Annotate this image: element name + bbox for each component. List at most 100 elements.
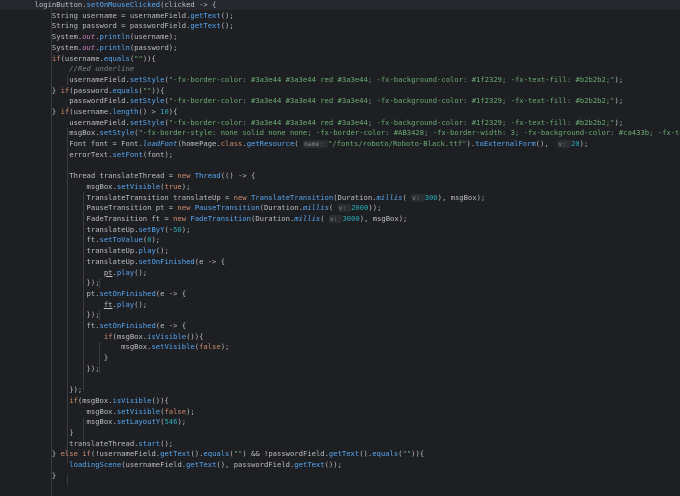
code-token: msgBox. bbox=[0, 417, 117, 427]
code-token: millis bbox=[376, 192, 403, 202]
code-line[interactable]: errorText.setFont(font); bbox=[0, 150, 680, 161]
code-line[interactable]: if(msgBox.isVisible()){ bbox=[0, 332, 680, 343]
code-token: PauseTransition pt = bbox=[0, 203, 178, 213]
code-line[interactable]: translateUp.play(); bbox=[0, 246, 680, 257]
code-token: ( bbox=[402, 192, 412, 202]
code-token: )){ bbox=[142, 53, 156, 63]
code-line[interactable] bbox=[0, 161, 680, 172]
code-token: ); bbox=[614, 74, 624, 84]
code-line[interactable]: } bbox=[0, 471, 680, 482]
code-line[interactable]: usernameField.setStyle("-fx-border-color… bbox=[0, 75, 680, 86]
code-token: (), passwordField. bbox=[216, 460, 295, 470]
code-line[interactable]: msgBox.setVisible(false); bbox=[0, 407, 680, 418]
code-token: pt bbox=[103, 267, 113, 277]
code-line[interactable]: String password = passwordField.getText(… bbox=[0, 21, 680, 32]
code-token: (); bbox=[134, 299, 148, 309]
code-token: setVisible bbox=[116, 406, 161, 416]
code-line[interactable]: ft.setOnFinished(e -> { bbox=[0, 321, 680, 332]
code-line[interactable]: if(username.equals("")){ bbox=[0, 54, 680, 65]
code-token: setOnFinished bbox=[138, 256, 195, 266]
code-token: loadingScene bbox=[69, 460, 122, 470]
code-token: () > bbox=[138, 107, 161, 116]
code-token: new bbox=[233, 192, 247, 202]
code-line[interactable]: System.out.println(password); bbox=[0, 43, 680, 54]
code-token: play bbox=[116, 299, 135, 309]
code-token: )); bbox=[368, 203, 382, 213]
code-token: ft. bbox=[0, 321, 100, 330]
code-line[interactable]: loadingScene(usernameField.getText(), pa… bbox=[0, 460, 680, 471]
code-token: FadeTransition bbox=[190, 214, 251, 223]
code-token: println bbox=[99, 42, 130, 52]
code-line[interactable]: } else if(!usernameField.getText().equal… bbox=[0, 449, 680, 460]
code-line[interactable]: System.out.println(username); bbox=[0, 32, 680, 43]
code-line[interactable]: pt.setOnFinished(e -> { bbox=[0, 289, 680, 300]
code-token: isVisible bbox=[112, 395, 152, 405]
code-line[interactable]: FadeTransition ft = new FadeTransition(D… bbox=[0, 214, 680, 225]
code-line[interactable]: translateUp.setByY(-50); bbox=[0, 225, 680, 236]
code-line[interactable]: if(msgBox.isVisible()){ bbox=[0, 396, 680, 407]
code-line[interactable]: msgBox.setStyle("-fx-border-style: none … bbox=[0, 128, 680, 139]
code-token: class bbox=[220, 139, 243, 149]
code-line[interactable]: msgBox.setLayoutY(546); bbox=[0, 417, 680, 428]
code-line[interactable] bbox=[0, 375, 680, 386]
code-token: TranslateTransition bbox=[250, 192, 334, 202]
code-line[interactable]: } bbox=[0, 428, 680, 439]
code-line[interactable]: String username = usernameField.getText(… bbox=[0, 11, 680, 22]
code-line[interactable]: TranslateTransition translateUp = new Tr… bbox=[0, 193, 680, 204]
code-token: (() -> { bbox=[220, 171, 256, 181]
code-line[interactable]: ft.play(); bbox=[0, 300, 680, 311]
code-line[interactable]: ft.setToValue(0); bbox=[0, 235, 680, 246]
code-line[interactable]: loginButton.setOnMouseClicked(clicked ->… bbox=[0, 0, 680, 11]
code-lines[interactable]: loginButton.setOnMouseClicked(clicked ->… bbox=[0, 0, 680, 496]
code-token: (username); bbox=[129, 32, 178, 42]
code-line[interactable]: } if(username.length() > 10){ bbox=[0, 107, 680, 118]
code-token: ( bbox=[294, 139, 303, 149]
code-line[interactable]: Font font = Font.loadFont(homePage.class… bbox=[0, 139, 680, 150]
code-token: usernameField. bbox=[0, 74, 130, 84]
code-line[interactable]: Thread translateThread = new Thread(() -… bbox=[0, 171, 680, 182]
code-token: "" bbox=[134, 53, 143, 63]
code-line[interactable]: } bbox=[0, 353, 680, 364]
code-token: setStyle bbox=[129, 74, 165, 84]
code-token: start bbox=[138, 438, 161, 448]
code-token: "-fx-border-color: #3a3e44 #3a3e44 red #… bbox=[168, 117, 615, 127]
code-token: "-fx-border-color: #3a3e44 #3a3e44 red #… bbox=[168, 96, 615, 106]
code-line[interactable]: usernameField.setStyle("-fx-border-color… bbox=[0, 118, 680, 129]
code-token: (). bbox=[359, 449, 373, 459]
code-line[interactable]: passwordField.setStyle("-fx-border-color… bbox=[0, 96, 680, 107]
code-line[interactable]: }); bbox=[0, 310, 680, 321]
code-line[interactable]: translateUp.setOnFinished(e -> { bbox=[0, 257, 680, 268]
code-line[interactable]: translateThread.start(); bbox=[0, 439, 680, 450]
code-line[interactable]: msgBox.setVisible(false); bbox=[0, 342, 680, 353]
code-editor[interactable]: loginButton.setOnMouseClicked(clicked ->… bbox=[0, 0, 680, 496]
code-line[interactable]: }); bbox=[0, 364, 680, 375]
code-token: (msgBox. bbox=[112, 331, 148, 341]
code-line[interactable]: msgBox.setVisible(true); bbox=[0, 182, 680, 193]
code-line[interactable]: pt.play(); bbox=[0, 268, 680, 279]
code-line[interactable]: }); bbox=[0, 278, 680, 289]
code-line[interactable]: PauseTransition pt = new PauseTransition… bbox=[0, 203, 680, 214]
code-token: } bbox=[0, 107, 61, 116]
code-token: setVisible bbox=[151, 342, 195, 352]
code-token: 10 bbox=[160, 107, 169, 116]
code-line[interactable]: } if(password.equals("")){ bbox=[0, 86, 680, 97]
code-token: (e -> { bbox=[155, 321, 187, 330]
code-line[interactable]: }); bbox=[0, 385, 680, 396]
code-token: }); bbox=[0, 278, 100, 288]
code-token: "/fonts/roboto/Roboto-Black.ttf" bbox=[328, 139, 467, 149]
code-token: (Duration. bbox=[251, 214, 295, 223]
code-token: setOnFinished bbox=[99, 288, 156, 298]
code-token: ); bbox=[220, 342, 230, 352]
code-token: (homePage. bbox=[177, 139, 221, 149]
code-token: ( bbox=[320, 214, 329, 223]
code-token: out bbox=[82, 32, 96, 42]
code-token: ft. bbox=[0, 235, 100, 245]
code-token: getText bbox=[186, 460, 217, 470]
code-token: passwordField. bbox=[0, 96, 130, 106]
code-line[interactable]: //Red underline bbox=[0, 64, 680, 75]
code-token: ()); bbox=[324, 460, 342, 470]
code-token: ); bbox=[181, 224, 191, 234]
code-token: getResource bbox=[246, 139, 295, 149]
